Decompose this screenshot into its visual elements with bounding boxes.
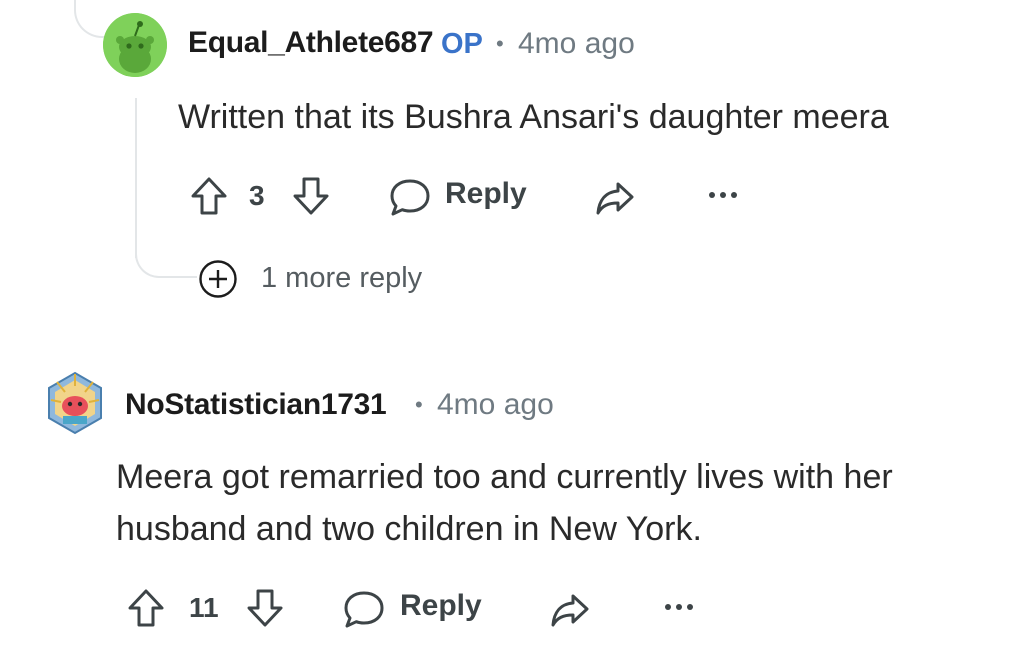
ellipsis-icon[interactable] — [664, 602, 694, 612]
reply-label: Reply — [445, 177, 527, 210]
upvote-arrow-icon[interactable] — [190, 176, 228, 216]
vote-count: 11 — [189, 592, 219, 623]
comment-timestamp: 4mo ago — [437, 388, 554, 421]
plus-circle-icon — [199, 260, 237, 298]
vote-count: 3 — [249, 180, 265, 211]
comment-author[interactable]: Equal_Athlete687 — [188, 26, 434, 60]
user-avatar[interactable] — [45, 370, 105, 436]
reply-label: Reply — [400, 589, 482, 622]
speech-bubble-icon — [390, 179, 430, 216]
snoo-avatar-icon — [48, 371, 102, 435]
upvote-arrow-icon[interactable] — [127, 588, 165, 628]
meta-separator: • — [496, 31, 504, 56]
op-badge: OP — [441, 28, 483, 60]
user-avatar[interactable] — [103, 13, 167, 77]
comment-body-line: Meera got remarried too and currently li… — [116, 458, 893, 496]
meta-separator: • — [415, 392, 423, 417]
comment-body-line: husband and two children in New York. — [116, 510, 702, 548]
share-arrow-icon[interactable] — [549, 592, 591, 628]
downvote-arrow-icon[interactable] — [292, 176, 330, 216]
comment-author[interactable]: NoStatistician1731 — [125, 388, 387, 422]
more-replies-thread-curve — [135, 240, 197, 278]
comment-timestamp: 4mo ago — [518, 27, 635, 60]
comment-thread-line[interactable] — [135, 98, 137, 258]
snoo-avatar-icon — [103, 13, 167, 77]
more-replies-label: 1 more reply — [261, 262, 423, 294]
speech-bubble-icon — [344, 591, 384, 628]
share-arrow-icon[interactable] — [594, 180, 636, 216]
downvote-arrow-icon[interactable] — [246, 588, 284, 628]
comment-body-line: Written that its Bushra Ansari's daughte… — [178, 98, 889, 136]
ellipsis-icon[interactable] — [708, 190, 738, 200]
